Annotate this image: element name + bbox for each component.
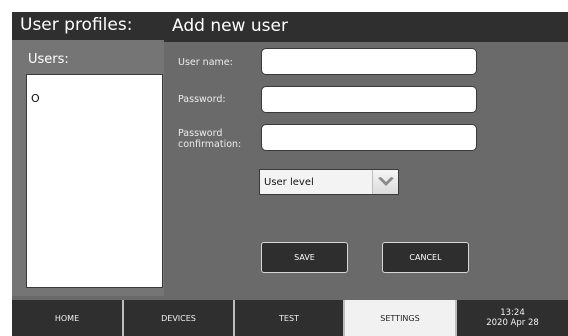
clock-time: 13:24: [500, 308, 525, 318]
password-label: Password:: [178, 94, 226, 105]
password-confirmation-label-line1: Password: [178, 128, 223, 139]
username-label: User name:: [178, 57, 233, 68]
password-confirmation-label: Password confirmation:: [178, 128, 241, 150]
password-confirmation-label-line2: confirmation:: [178, 139, 242, 150]
clock: 13:24 2020 Apr 28: [457, 300, 568, 336]
tab-devices[interactable]: DEVICES: [124, 300, 233, 336]
users-list[interactable]: O: [26, 74, 163, 288]
users-label: Users:: [28, 52, 69, 67]
tab-home[interactable]: HOME: [12, 300, 122, 336]
cancel-button[interactable]: CANCEL: [382, 242, 469, 273]
tab-settings[interactable]: SETTINGS: [345, 300, 455, 336]
save-button[interactable]: SAVE: [261, 242, 348, 273]
user-level-value: User level: [264, 177, 314, 188]
password-field[interactable]: [261, 86, 477, 113]
clock-date: 2020 Apr 28: [486, 318, 539, 328]
tab-test[interactable]: TEST: [235, 300, 343, 336]
chevron-down-icon[interactable]: [372, 170, 398, 194]
page-title: Add new user: [172, 16, 288, 36]
user-profiles-title: User profiles:: [20, 15, 133, 35]
list-item[interactable]: O: [31, 92, 40, 105]
password-confirmation-field[interactable]: [261, 124, 477, 151]
user-level-select[interactable]: User level: [259, 169, 399, 195]
username-field[interactable]: [261, 48, 477, 75]
